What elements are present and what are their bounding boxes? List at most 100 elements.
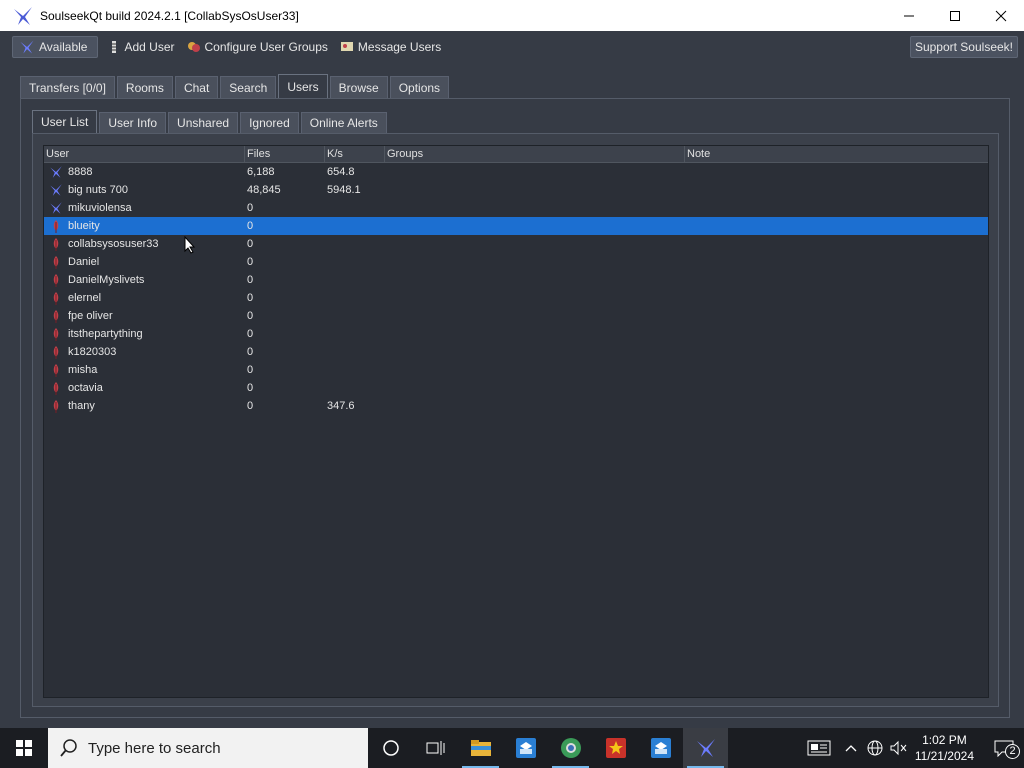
kps-cell: 654.8 bbox=[327, 166, 355, 178]
table-row[interactable]: blueity 0 bbox=[44, 217, 988, 235]
table-row[interactable]: misha 0 bbox=[44, 361, 988, 379]
table-body: 8888 6,188 654.8 big nuts 700 48,845 5948.1 mi… bbox=[44, 163, 988, 415]
support-soulseek-button[interactable]: Support Soulseek! bbox=[909, 36, 1018, 58]
column-header-kps[interactable]: K/s bbox=[325, 146, 385, 163]
files-cell: 0 bbox=[247, 400, 254, 412]
store2-taskbar-icon[interactable] bbox=[638, 728, 683, 768]
table-row[interactable]: thany 0 347.6 bbox=[44, 397, 988, 415]
column-header-files[interactable]: Files bbox=[245, 146, 325, 163]
groups-cell bbox=[385, 199, 685, 217]
task-view-button[interactable] bbox=[413, 728, 458, 768]
network-button[interactable] bbox=[863, 740, 887, 756]
tab-user-list[interactable]: User List bbox=[32, 110, 98, 133]
soulseek-bird-icon bbox=[20, 40, 34, 54]
kps-cell bbox=[325, 361, 385, 379]
volume-button[interactable] bbox=[887, 740, 911, 756]
kps-cell bbox=[325, 379, 385, 397]
browser-icon bbox=[560, 738, 581, 758]
offline-feather-icon bbox=[53, 256, 59, 269]
table-row[interactable]: Daniel 0 bbox=[44, 253, 988, 271]
files-cell: 0 bbox=[247, 256, 254, 268]
files-cell: 0 bbox=[247, 274, 254, 286]
show-hidden-icons-button[interactable] bbox=[839, 744, 863, 752]
user-name: big nuts 700 bbox=[68, 184, 128, 196]
taskbar-clock[interactable]: 1:02 PM 11/21/2024 bbox=[915, 732, 974, 764]
maximize-button[interactable] bbox=[932, 0, 978, 31]
cortana-button[interactable] bbox=[368, 728, 413, 768]
soulseek-taskbar-icon[interactable] bbox=[683, 728, 728, 768]
online-bird-icon bbox=[50, 184, 62, 196]
tab-options[interactable]: Options bbox=[389, 76, 450, 98]
tab-ignored[interactable]: Ignored bbox=[240, 112, 299, 133]
offline-feather-icon bbox=[53, 220, 59, 233]
offline-feather-icon bbox=[53, 274, 59, 287]
groups-cell bbox=[385, 379, 685, 397]
table-row[interactable]: elernel 0 bbox=[44, 289, 988, 307]
tab-transfers[interactable]: Transfers [0/0] bbox=[20, 76, 115, 98]
table-row[interactable]: mikuviolensa 0 bbox=[44, 199, 988, 217]
table-row[interactable]: 8888 6,188 654.8 bbox=[44, 163, 988, 181]
table-row[interactable]: DanielMyslivets 0 bbox=[44, 271, 988, 289]
tab-rooms[interactable]: Rooms bbox=[116, 76, 173, 98]
clock-time: 1:02 PM bbox=[922, 733, 967, 747]
column-header-user[interactable]: User bbox=[44, 146, 245, 163]
news-button[interactable] bbox=[799, 740, 839, 756]
table-row[interactable]: fpe oliver 0 bbox=[44, 307, 988, 325]
tab-browse[interactable]: Browse bbox=[329, 76, 388, 98]
tab-search[interactable]: Search bbox=[220, 76, 277, 98]
table-row[interactable]: big nuts 700 48,845 5948.1 bbox=[44, 181, 988, 199]
user-name: thany bbox=[68, 400, 95, 412]
column-header-groups[interactable]: Groups bbox=[385, 146, 685, 163]
user-name: mikuviolensa bbox=[68, 202, 132, 214]
offline-feather-icon bbox=[53, 328, 59, 341]
user-cell: fpe oliver bbox=[44, 307, 245, 325]
network-globe-icon bbox=[867, 740, 883, 756]
status-available-button[interactable]: Available bbox=[12, 36, 99, 58]
tab-users[interactable]: Users bbox=[278, 74, 328, 98]
main-tab-bar: Transfers [0/0] Rooms Chat Search Users … bbox=[20, 74, 451, 99]
table-row[interactable]: octavia 0 bbox=[44, 379, 988, 397]
files-cell: 0 bbox=[247, 328, 254, 340]
files-cell: 0 bbox=[247, 220, 254, 232]
tab-user-info[interactable]: User Info bbox=[99, 112, 167, 133]
user-name: blueity bbox=[68, 220, 100, 232]
start-button[interactable] bbox=[0, 728, 48, 768]
table-row[interactable]: itsthepartything 0 bbox=[44, 325, 988, 343]
windows-taskbar: Type here to search 1:02 PM 11/21/2024 2 bbox=[0, 728, 1024, 768]
news-icon bbox=[807, 740, 831, 756]
user-cell: k1820303 bbox=[44, 343, 245, 361]
task-view-icon bbox=[426, 741, 444, 755]
browser-taskbar-icon[interactable] bbox=[548, 728, 593, 768]
store-taskbar-icon[interactable] bbox=[503, 728, 548, 768]
status-label: Available bbox=[39, 40, 88, 54]
user-status-icon bbox=[44, 183, 68, 197]
user-status-icon bbox=[44, 309, 68, 323]
close-button[interactable] bbox=[978, 0, 1024, 31]
mouse-cursor-icon bbox=[184, 236, 196, 254]
user-status-icon bbox=[44, 255, 68, 269]
tab-online-alerts[interactable]: Online Alerts bbox=[300, 112, 387, 133]
cortana-circle-icon bbox=[382, 740, 399, 756]
package-icon bbox=[515, 738, 536, 758]
minimize-button[interactable] bbox=[886, 0, 932, 31]
offline-feather-icon bbox=[53, 292, 59, 305]
user-list-table[interactable]: User Files K/s Groups Note 8888 6,188 654.… bbox=[43, 145, 989, 698]
file-explorer-taskbar-icon[interactable] bbox=[458, 728, 503, 768]
kps-cell: 347.6 bbox=[327, 400, 355, 412]
kps-cell bbox=[325, 235, 385, 253]
user-name: elernel bbox=[68, 292, 102, 304]
tab-unshared[interactable]: Unshared bbox=[168, 112, 239, 133]
column-header-note[interactable]: Note bbox=[685, 146, 988, 163]
add-user-button[interactable]: Add User bbox=[104, 36, 180, 58]
user-cell: misha bbox=[44, 361, 245, 379]
taskbar-search-box[interactable]: Type here to search bbox=[48, 728, 368, 768]
notifications-button[interactable]: 2 bbox=[984, 739, 1024, 759]
table-row[interactable]: k1820303 0 bbox=[44, 343, 988, 361]
tab-chat[interactable]: Chat bbox=[174, 76, 219, 98]
message-users-button[interactable]: Message Users bbox=[334, 36, 447, 58]
add-user-icon bbox=[112, 41, 117, 53]
kps-cell bbox=[325, 217, 385, 235]
configure-user-groups-button[interactable]: Configure User Groups bbox=[181, 36, 334, 58]
app-red-taskbar-icon[interactable] bbox=[593, 728, 638, 768]
maximize-icon bbox=[950, 10, 960, 21]
